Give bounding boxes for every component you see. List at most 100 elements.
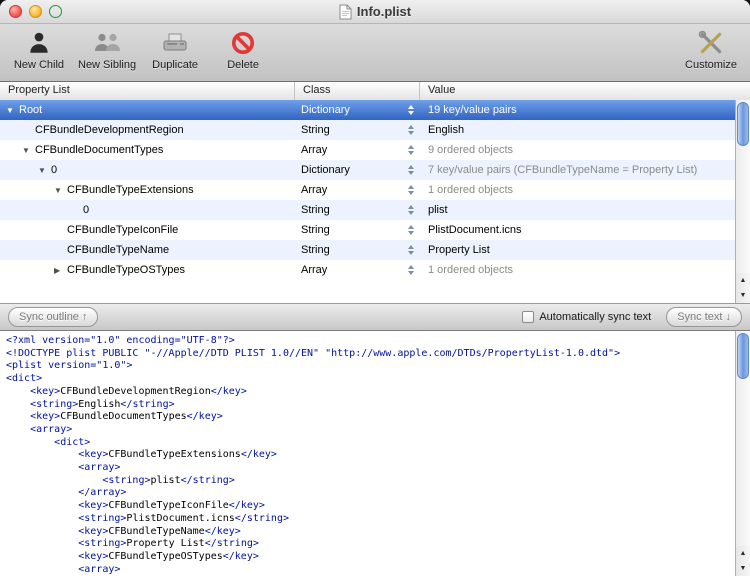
row-key-label: 0 [83,204,89,216]
popup-arrows-icon [408,245,414,255]
sync-text-button[interactable]: Sync text ↓ [666,307,742,327]
new-sibling-button[interactable]: New Sibling [78,28,136,71]
duplicate-button[interactable]: Duplicate [146,28,204,71]
auto-sync-label: Automatically sync text [539,311,651,323]
popup-arrows-icon [408,165,414,175]
scroll-down-arrow-icon[interactable]: ▼ [736,561,750,576]
row-value[interactable]: PlistDocument.icns [420,220,735,240]
row-class-label: Array [301,184,327,196]
scroll-down-arrow-icon[interactable]: ▼ [736,288,750,303]
minimize-button[interactable] [29,5,42,18]
row-value[interactable]: 19 key/value pairs [420,100,735,120]
new-sibling-label: New Sibling [78,59,136,71]
row-class-popup[interactable]: String [295,120,420,140]
table-row[interactable]: ▼Root Dictionary 19 key/value pairs [0,100,735,120]
row-value[interactable]: Property List [420,240,735,260]
customize-tools-icon [697,28,725,58]
row-class-label: Dictionary [301,104,350,116]
table-row[interactable]: CFBundleTypeName String Property List [0,240,735,260]
row-class-label: Array [301,144,327,156]
row-key-label: CFBundleDevelopmentRegion [35,124,184,136]
row-value[interactable]: 9 ordered objects [420,140,735,160]
row-class-popup[interactable]: Dictionary [295,160,420,180]
row-class-label: Dictionary [301,164,350,176]
table-row[interactable]: CFBundleTypeIconFileStringPlistDocument.… [0,220,735,240]
popup-arrows-icon [408,205,414,215]
zoom-button[interactable] [49,5,62,18]
document-icon [339,4,352,20]
duplicate-copier-icon [161,28,189,58]
column-header-value[interactable]: Value [420,82,750,100]
disclosure-triangle-icon[interactable]: ▼ [38,166,51,175]
row-class-popup[interactable]: String [295,240,420,260]
auto-sync-checkbox[interactable] [522,311,534,323]
row-class-label: String [301,244,330,256]
row-class-label: String [301,204,330,216]
outline-scrollbar[interactable]: ▲ ▼ [735,100,750,303]
popup-arrows-icon [408,105,414,115]
delete-prohibited-icon [230,28,256,58]
disclosure-triangle-icon[interactable]: ▼ [6,106,19,115]
table-row[interactable]: ▼CFBundleDocumentTypes Array 9 ordered obj… [0,140,735,160]
disclosure-triangle-icon[interactable]: ▼ [22,146,35,155]
row-class-label: Array [301,264,327,276]
column-header-class[interactable]: Class [295,82,420,100]
row-key-label: 0 [51,164,57,176]
delete-button[interactable]: Delete [214,28,272,71]
source-scrollbar-thumb[interactable] [737,333,749,379]
delete-label: Delete [227,59,259,71]
row-value[interactable]: 1 ordered objects [420,180,735,200]
row-key-label: Root [19,104,42,116]
table-row[interactable]: ▶CFBundleTypeOSTypes Array 1 ordered objec… [0,260,735,280]
window-title: Info.plist [357,4,411,19]
titlebar[interactable]: Info.plist [0,0,750,24]
disclosure-triangle-icon[interactable]: ▼ [54,186,67,195]
row-key-label: CFBundleTypeExtensions [67,184,194,196]
scroll-up-arrow-icon[interactable]: ▲ [736,273,750,288]
row-key-label: CFBundleTypeName [67,244,169,256]
row-value[interactable]: 7 key/value pairs (CFBundleTypeName = Pr… [420,160,735,180]
toolbar: New Child New Sibling Duplicate Delete [0,24,750,82]
duplicate-label: Duplicate [152,59,198,71]
column-header: Property List Class Value [0,82,750,101]
popup-arrows-icon [408,225,414,235]
popup-arrows-icon [408,125,414,135]
row-class-label: String [301,224,330,236]
plist-editor-window: Info.plist New Child New Sibling Duplica… [0,0,750,576]
outline-scrollbar-thumb[interactable] [737,102,749,146]
sync-bar: Sync outline ↑ Automatically sync text S… [0,303,750,331]
customize-label: Customize [685,59,737,71]
table-row[interactable]: CFBundleDevelopmentRegion String English [0,120,735,140]
popup-arrows-icon [408,265,414,275]
table-row[interactable]: ▼0 Dictionary 7 key/value pairs (CFBundleT… [0,160,735,180]
table-row[interactable]: ▼CFBundleTypeExtensions Array 1 ordered ob… [0,180,735,200]
table-row[interactable]: 0 String plist [0,200,735,220]
new-child-label: New Child [14,59,64,71]
popup-arrows-icon [408,145,414,155]
row-class-popup[interactable]: Array [295,180,420,200]
close-button[interactable] [9,5,22,18]
row-class-label: String [301,124,330,136]
row-value[interactable]: 1 ordered objects [420,260,735,280]
row-class-popup[interactable]: String [295,220,420,240]
row-value[interactable]: plist [420,200,735,220]
source-scrollbar[interactable]: ▲ ▼ [735,331,750,576]
new-sibling-people-icon [92,28,122,58]
row-key-label: CFBundleTypeOSTypes [67,264,185,276]
row-class-popup[interactable]: Array [295,260,420,280]
row-class-popup[interactable]: Array [295,140,420,160]
xml-source[interactable]: <?xml version="1.0" encoding="UTF-8"?><!… [0,331,735,576]
new-child-button[interactable]: New Child [10,28,68,71]
row-key-label: CFBundleDocumentTypes [35,144,163,156]
new-child-person-icon [26,28,52,58]
scroll-up-arrow-icon[interactable]: ▲ [736,546,750,561]
row-value[interactable]: English [420,120,735,140]
column-header-property-list[interactable]: Property List [0,82,295,100]
disclosure-triangle-icon[interactable]: ▶ [54,266,67,275]
customize-button[interactable]: Customize [682,28,740,71]
row-class-popup[interactable]: Dictionary [295,100,420,120]
row-class-popup[interactable]: String [295,200,420,220]
outline-rows: ▼RootDictionary19 key/value pairsCFBundl… [0,100,735,303]
popup-arrows-icon [408,185,414,195]
sync-outline-button[interactable]: Sync outline ↑ [8,307,98,327]
